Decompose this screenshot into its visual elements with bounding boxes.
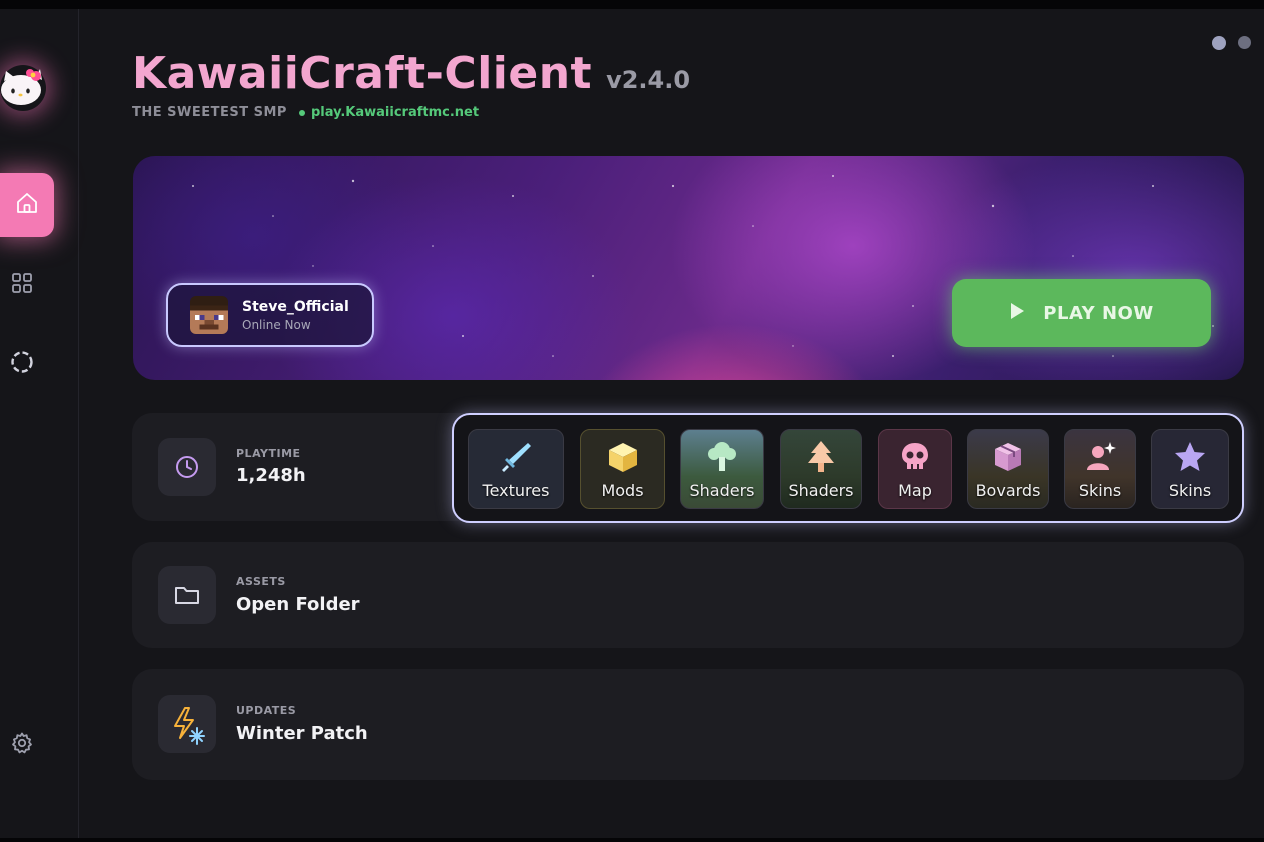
- grid-icon: [10, 271, 34, 299]
- top-bar: [0, 0, 1264, 9]
- playtime-label: PLAYTIME: [236, 447, 301, 460]
- sword-icon: [498, 439, 534, 475]
- assets-card[interactable]: ASSETS Open Folder: [132, 542, 1244, 648]
- tool-map[interactable]: Map: [878, 429, 952, 509]
- updates-value: Winter Patch: [236, 723, 368, 744]
- hello-kitty-logo: [0, 65, 46, 111]
- app-version: v2.4.0: [606, 66, 691, 94]
- tool-label: Shaders: [788, 481, 854, 500]
- package-icon: [991, 439, 1025, 475]
- user-status: Online Now: [242, 317, 311, 332]
- server-address[interactable]: play.Kawaiicraftmc.net: [298, 105, 480, 120]
- tool-label: Skins: [1078, 481, 1122, 500]
- folder-icon: [158, 566, 216, 624]
- sidebar-item-grid[interactable]: [6, 269, 38, 301]
- app-title: KawaiiCraft-Client: [132, 48, 593, 99]
- user-name: Steve_Official: [242, 298, 349, 315]
- online-dot-icon: [298, 109, 305, 116]
- sidebar-item-home[interactable]: [0, 173, 54, 237]
- home-icon: [15, 191, 39, 219]
- server-address-text: play.Kawaiicraftmc.net: [310, 105, 480, 120]
- tool-shaders-2[interactable]: Shaders: [780, 429, 862, 509]
- tool-bovards[interactable]: Bovards: [967, 429, 1049, 509]
- sidebar-item-sync[interactable]: [6, 348, 38, 380]
- sidebar-item-settings[interactable]: [6, 729, 38, 761]
- tree-icon: [705, 439, 739, 475]
- window-dot-secondary[interactable]: [1238, 36, 1251, 49]
- playtime-value: 1,248h: [236, 465, 306, 486]
- tool-skins-2[interactable]: Skins: [1151, 429, 1229, 509]
- skull-icon: [898, 439, 932, 475]
- play-icon: [1009, 302, 1025, 324]
- tool-label: Bovards: [975, 481, 1041, 500]
- updates-card[interactable]: UPDATES Winter Patch: [132, 669, 1244, 780]
- updates-label: UPDATES: [236, 704, 297, 717]
- tool-label: Mods: [601, 481, 644, 500]
- tagline: THE SWEETEST SMP: [132, 105, 287, 120]
- tool-label: Map: [898, 481, 932, 500]
- tool-label: Textures: [482, 481, 550, 500]
- tool-shaders[interactable]: Shaders: [680, 429, 764, 509]
- window-controls: [1212, 36, 1251, 50]
- star-icon: [1173, 439, 1207, 475]
- pine-tree-icon: [804, 439, 838, 475]
- tool-label: Shaders: [689, 481, 755, 500]
- lightning-snowflake-icon: [158, 695, 216, 753]
- cube-icon: [606, 439, 640, 475]
- play-now-label: PLAY NOW: [1043, 302, 1154, 324]
- quick-tools-bar: Textures Mods Shaders Shaders Map Bovard…: [452, 413, 1244, 523]
- user-sparkle-icon: [1083, 439, 1117, 475]
- assets-value: Open Folder: [236, 594, 360, 615]
- tool-textures[interactable]: Textures: [468, 429, 564, 509]
- sync-icon: [9, 349, 35, 379]
- tool-mods[interactable]: Mods: [580, 429, 665, 509]
- assets-label: ASSETS: [236, 575, 286, 588]
- tool-skins[interactable]: Skins: [1064, 429, 1136, 509]
- hero-banner: Steve_Official Online Now PLAY NOW: [133, 156, 1244, 380]
- page-header: KawaiiCraft-Client v2.4.0 THE SWEETEST S…: [132, 48, 690, 120]
- clock-icon: [158, 438, 216, 496]
- tool-label: Skins: [1168, 481, 1212, 500]
- play-now-button[interactable]: PLAY NOW: [952, 279, 1211, 347]
- avatar: [190, 296, 228, 334]
- user-profile-card[interactable]: Steve_Official Online Now: [166, 283, 374, 347]
- gear-icon: [10, 731, 34, 759]
- sidebar: [0, 9, 79, 838]
- bottom-bar: [0, 838, 1264, 842]
- window-dot-primary[interactable]: [1212, 36, 1226, 50]
